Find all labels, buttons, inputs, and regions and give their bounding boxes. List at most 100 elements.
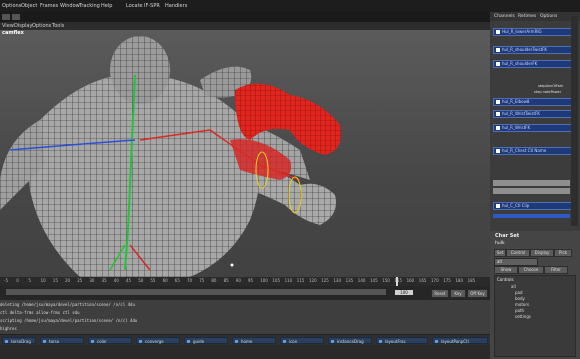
key-button[interactable]: Key xyxy=(450,289,466,298)
tab-set[interactable]: Set xyxy=(494,249,506,257)
shelf-dot-icon xyxy=(235,340,238,343)
selected-node[interactable]: hul_C_Ctl Clip xyxy=(493,202,572,210)
timeline-tick-label: 185 xyxy=(467,278,476,283)
current-frame-field[interactable]: 100 xyxy=(395,290,413,295)
shelf-button[interactable]: color xyxy=(88,337,132,344)
show-button[interactable]: Show xyxy=(494,266,518,274)
selected-node[interactable]: hul_R_shoulderFK xyxy=(493,60,572,68)
shelf-button-label: torsoDrag xyxy=(11,339,31,344)
tab-retimes[interactable]: Retimes xyxy=(518,14,536,19)
shelf-button[interactable]: home xyxy=(232,337,276,344)
char-set-name: hulk xyxy=(495,241,505,246)
timeline-tick-label: 0 xyxy=(16,278,19,283)
timeline-tick-label: 25 xyxy=(77,278,83,283)
tree-item[interactable]: motors xyxy=(515,302,529,307)
script-line: deleting /home/jsu/maya/devel/partition/… xyxy=(0,302,135,307)
menu-item[interactable]: Tracking xyxy=(79,3,100,9)
timeline-tick-label: 15 xyxy=(52,278,58,283)
timeline[interactable]: -5 0 5 10 15 20 25 30 35 40 45 50 55 60 65 70 75 80 85 90 95… xyxy=(0,277,490,286)
node-label: hul_R_Chest Ctl Name xyxy=(502,148,547,153)
tab-pick[interactable]: Pick xyxy=(554,249,572,257)
node-label: Hul_R_lowerArmRIG xyxy=(502,29,542,34)
shelf-button[interactable]: guide xyxy=(184,337,228,344)
selected-node[interactable]: hul_R_shoulderTwistFK xyxy=(493,46,572,54)
tab-options[interactable]: Options xyxy=(540,14,557,19)
selected-node[interactable]: hul_R_Chest Ctl Name xyxy=(493,147,572,155)
off-key-button[interactable]: Off Key xyxy=(467,289,488,298)
tree-item[interactable]: body xyxy=(515,296,525,301)
timeline-tick-label: 30 xyxy=(89,278,95,283)
script-output[interactable]: deleting /home/jsu/maya/devel/partition/… xyxy=(0,300,490,334)
shelf-button[interactable]: layoutPanpCtl xyxy=(432,337,488,344)
menu-item[interactable]: Help xyxy=(101,3,112,9)
timeline-tick-label: 40 xyxy=(113,278,119,283)
shelf-icon[interactable] xyxy=(12,14,20,20)
timeline-tick-label: 70 xyxy=(187,278,193,283)
selected-node[interactable]: hul_R_Elbow8 xyxy=(493,98,572,106)
menu-item[interactable]: Object xyxy=(21,3,37,9)
tree-item[interactable]: path xyxy=(515,308,524,313)
status-bar xyxy=(0,345,490,359)
shelf-button[interactable]: icon xyxy=(280,337,324,344)
tree-item[interactable]: all xyxy=(511,284,516,289)
menu-item[interactable]: Frames xyxy=(40,3,58,9)
menu-item[interactable]: Window xyxy=(60,3,80,9)
reset-button[interactable]: Reset xyxy=(431,289,449,298)
viewport-menu-item[interactable]: Options xyxy=(32,23,51,29)
viewport-menu-item[interactable]: View xyxy=(2,23,14,29)
channel-row[interactable] xyxy=(493,188,570,194)
shelf-dot-icon xyxy=(91,340,94,343)
menu-item[interactable]: IF-SPR xyxy=(144,3,160,9)
timeline-tick-label: 175 xyxy=(443,278,451,283)
active-channel-bar[interactable] xyxy=(493,214,570,218)
controls-list[interactable]: Controls all pad body motors path settin… xyxy=(494,275,576,357)
tab-channels[interactable]: Channels xyxy=(494,14,515,19)
shelf-button-label: guide xyxy=(193,339,205,344)
timeline-playhead[interactable] xyxy=(396,277,398,286)
tab-control[interactable]: Control xyxy=(506,249,530,257)
filter-select[interactable]: all xyxy=(494,258,538,266)
shelf-dot-icon xyxy=(435,340,438,343)
shelf-button[interactable]: converge xyxy=(136,337,180,344)
menu-item[interactable]: Locate xyxy=(126,3,143,9)
selected-node[interactable]: Hul_R_lowerArmRIG xyxy=(493,28,572,36)
range-bar[interactable] xyxy=(6,289,386,295)
shelf-button[interactable]: instanceDrag xyxy=(328,337,372,344)
timeline-tick-label: 100 xyxy=(260,278,268,283)
tree-item[interactable]: pad xyxy=(515,290,523,295)
viewport-menu-item[interactable]: Tools xyxy=(52,23,64,29)
shelf-button-label: icon xyxy=(289,339,298,344)
channel-note: stepAnnOffset xyxy=(538,84,563,88)
3d-viewport[interactable]: camflex xyxy=(0,30,490,277)
character-model[interactable] xyxy=(0,30,490,277)
shelf-button[interactable]: layoutFrac xyxy=(376,337,428,344)
filter-button[interactable]: Filter xyxy=(544,266,568,274)
tree-item[interactable]: settings xyxy=(515,314,531,319)
shelf-button-label: torso xyxy=(49,339,60,344)
node-swatch-icon xyxy=(496,112,500,116)
channel-box-scrollbar[interactable] xyxy=(571,16,578,226)
timeline-tick-label: 105 xyxy=(272,278,281,283)
node-label: hul_R_shoulderFK xyxy=(502,61,538,66)
char-set-panel: Char Set hulk Set Control Display Pick a… xyxy=(490,231,580,359)
menu-item[interactable]: Handlers xyxy=(165,3,187,9)
timeline-tick-label: 5 xyxy=(28,278,31,283)
timeline-tick-label: 165 xyxy=(418,278,427,283)
channel-row[interactable] xyxy=(493,180,570,186)
shelf-button[interactable]: torsoDrag xyxy=(2,337,36,344)
shelf-icon[interactable] xyxy=(2,14,10,20)
node-swatch-icon xyxy=(496,62,500,66)
shelf-button-label: converge xyxy=(145,339,164,344)
timeline-tick-label: 65 xyxy=(174,278,180,283)
viewport-menu-item[interactable]: Display xyxy=(14,23,32,29)
shelf-button-label: layoutFrac xyxy=(385,339,406,344)
selected-node[interactable]: hul_R_WristTwistFK xyxy=(493,110,572,118)
timeline-tick-label: 90 xyxy=(235,278,241,283)
timeline-tick-label: 160 xyxy=(406,278,415,283)
tab-display[interactable]: Display xyxy=(530,249,554,257)
selected-node[interactable]: hul_R_WristFK xyxy=(493,124,572,132)
shelf-button[interactable]: torso xyxy=(40,337,84,344)
choose-button[interactable]: Choose xyxy=(518,266,544,274)
menu-item[interactable]: Options xyxy=(2,3,21,9)
timeline-tick-label: 35 xyxy=(101,278,107,283)
